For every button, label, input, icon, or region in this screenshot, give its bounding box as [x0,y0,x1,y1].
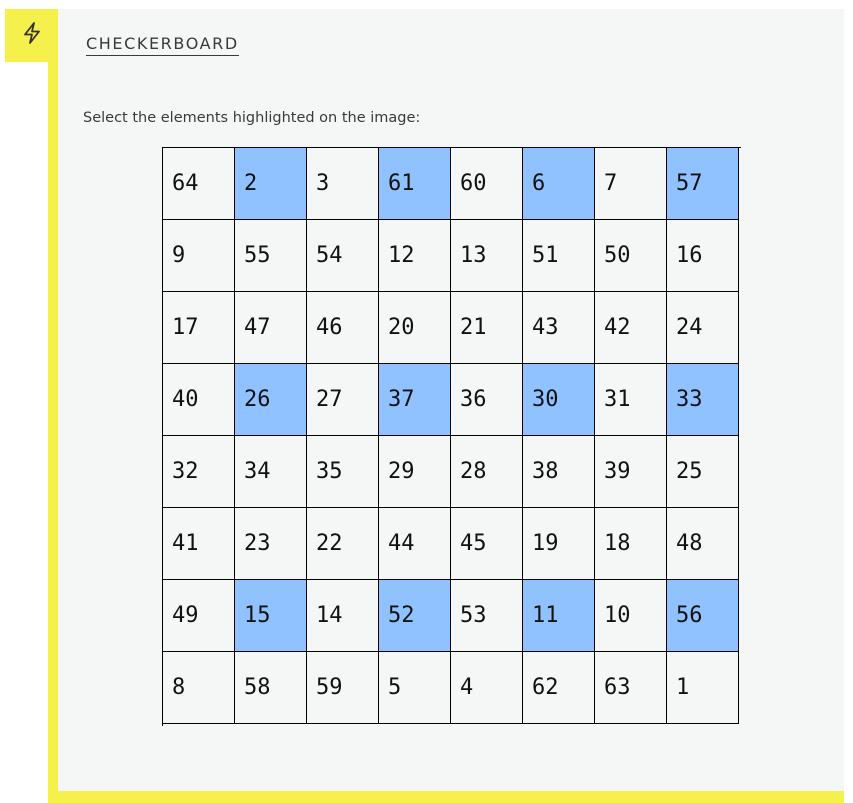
board-cell[interactable]: 48 [667,508,739,580]
board-cell-highlighted[interactable]: 11 [523,580,595,652]
board-cell[interactable]: 54 [307,220,379,292]
board-cell[interactable]: 64 [163,148,235,220]
board-cell[interactable]: 27 [307,364,379,436]
board-cell[interactable]: 22 [307,508,379,580]
board-cell[interactable]: 55 [235,220,307,292]
board-cell-highlighted[interactable]: 15 [235,580,307,652]
board-cell[interactable]: 28 [451,436,523,508]
board-cell[interactable]: 53 [451,580,523,652]
task-panel: CHECKERBOARD Select the elements highlig… [58,9,844,791]
board-cell-highlighted[interactable]: 33 [667,364,739,436]
board-cell[interactable]: 3 [307,148,379,220]
board-cell[interactable]: 42 [595,292,667,364]
board-cell[interactable]: 43 [523,292,595,364]
board-cell[interactable]: 10 [595,580,667,652]
board-cell[interactable]: 25 [667,436,739,508]
board-cell[interactable]: 45 [451,508,523,580]
board-cell[interactable]: 62 [523,652,595,724]
board-cell[interactable]: 58 [235,652,307,724]
board-cell[interactable]: 38 [523,436,595,508]
board-cell[interactable]: 12 [379,220,451,292]
task-badge [5,9,58,62]
board-cell[interactable]: 4 [451,652,523,724]
board-cell[interactable]: 23 [235,508,307,580]
board-cell[interactable]: 59 [307,652,379,724]
board-cell[interactable]: 31 [595,364,667,436]
board-cell[interactable]: 13 [451,220,523,292]
board-cell[interactable]: 20 [379,292,451,364]
board-cell[interactable]: 63 [595,652,667,724]
board-cell[interactable]: 7 [595,148,667,220]
board-cell[interactable]: 51 [523,220,595,292]
board-cell[interactable]: 50 [595,220,667,292]
board-cell-highlighted[interactable]: 30 [523,364,595,436]
board-cell[interactable]: 36 [451,364,523,436]
lightning-bolt-icon [21,21,43,50]
board-cell[interactable]: 47 [235,292,307,364]
board-cell[interactable]: 5 [379,652,451,724]
board-cell[interactable]: 60 [451,148,523,220]
board-cell-highlighted[interactable]: 26 [235,364,307,436]
board-cell-highlighted[interactable]: 57 [667,148,739,220]
board-cell[interactable]: 49 [163,580,235,652]
board-cell[interactable]: 8 [163,652,235,724]
board-cell[interactable]: 29 [379,436,451,508]
accent-bar-left [48,58,58,803]
board-cell[interactable]: 19 [523,508,595,580]
checkerboard-grid: 64 2 3 61 60 6 7 57 9 55 54 12 13 51 50 16 17 47 46 20 21 43 4… [162,147,741,726]
board-cell[interactable]: 9 [163,220,235,292]
board-cell[interactable]: 1 [667,652,739,724]
accent-bar-bottom [48,791,844,803]
board-cell-highlighted[interactable]: 2 [235,148,307,220]
board-cell[interactable]: 35 [307,436,379,508]
board-cell-highlighted[interactable]: 37 [379,364,451,436]
board-cell[interactable]: 40 [163,364,235,436]
board-cell-highlighted[interactable]: 56 [667,580,739,652]
board-cell[interactable]: 24 [667,292,739,364]
board-cell[interactable]: 41 [163,508,235,580]
board-cell[interactable]: 14 [307,580,379,652]
board-cell[interactable]: 34 [235,436,307,508]
task-instruction: Select the elements highlighted on the i… [83,110,421,126]
board-cell-highlighted[interactable]: 61 [379,148,451,220]
board-cell[interactable]: 44 [379,508,451,580]
board-cell[interactable]: 18 [595,508,667,580]
board-cell-highlighted[interactable]: 6 [523,148,595,220]
board-cell[interactable]: 21 [451,292,523,364]
board-cell[interactable]: 17 [163,292,235,364]
board-cell[interactable]: 46 [307,292,379,364]
board-cell-highlighted[interactable]: 52 [379,580,451,652]
board-cell[interactable]: 39 [595,436,667,508]
board-cell[interactable]: 16 [667,220,739,292]
board-cell[interactable]: 32 [163,436,235,508]
page-title: CHECKERBOARD [86,34,239,56]
